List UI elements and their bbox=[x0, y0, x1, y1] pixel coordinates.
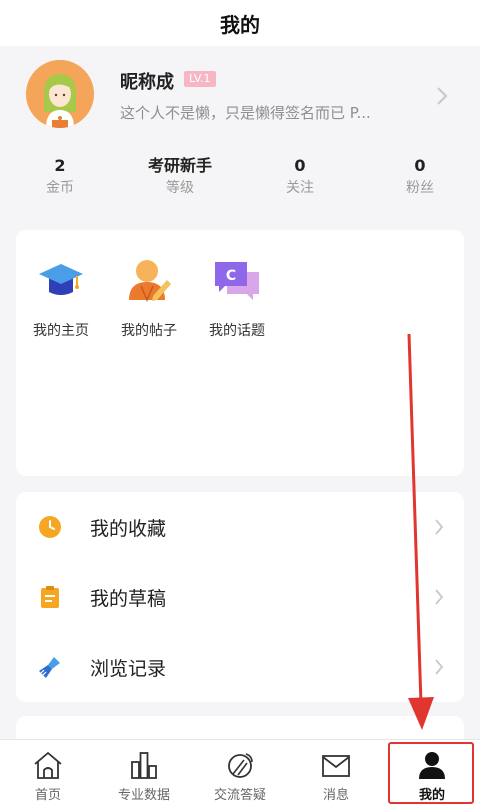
chevron-right-icon bbox=[435, 659, 444, 675]
stat-value: 0 bbox=[414, 156, 426, 175]
shortcut-label: 我的话题 bbox=[209, 323, 265, 339]
avatar-girl-icon bbox=[26, 60, 94, 128]
shortcut-my-posts[interactable]: 我的帖子 bbox=[106, 256, 192, 340]
mail-icon bbox=[322, 755, 350, 777]
stat-followers[interactable]: 0 粉丝 bbox=[360, 154, 480, 198]
stat-coins[interactable]: 2 金币 bbox=[0, 154, 120, 198]
stat-label: 关注 bbox=[286, 180, 314, 196]
nickname: 昵称成 bbox=[120, 72, 174, 93]
signature-text: 这个人不是懒，只是懒得签名而已 P... bbox=[120, 104, 371, 122]
top-bar: 我的 bbox=[0, 0, 480, 46]
broom-icon bbox=[39, 657, 60, 678]
chevron-right-icon bbox=[435, 519, 444, 535]
home-icon bbox=[34, 751, 62, 779]
stat-level[interactable]: 考研新手 等级 bbox=[120, 154, 240, 198]
stat-label: 等级 bbox=[166, 180, 194, 196]
stat-label: 粉丝 bbox=[406, 180, 434, 196]
clipboard-icon bbox=[41, 586, 59, 608]
bar-chart-icon bbox=[131, 752, 157, 779]
user-edit-icon bbox=[129, 260, 171, 302]
clock-icon bbox=[39, 516, 61, 538]
tab-label: 专业数据 bbox=[117, 788, 170, 803]
shortcut-my-topics[interactable]: C 我的话题 bbox=[194, 256, 280, 340]
list-item-favorites[interactable]: 我的收藏 bbox=[16, 492, 464, 562]
list-item-drafts[interactable]: 我的草稿 bbox=[16, 562, 464, 632]
chevron-right-icon bbox=[435, 589, 444, 605]
stat-value: 考研新手 bbox=[147, 156, 212, 175]
chevron-right-icon[interactable] bbox=[436, 86, 448, 106]
graduation-cap-icon bbox=[39, 264, 83, 295]
tab-label: 首页 bbox=[34, 788, 61, 803]
tab-label: 消息 bbox=[322, 788, 349, 803]
tab-major-data[interactable]: 专业数据 bbox=[96, 740, 192, 807]
tab-messages[interactable]: 消息 bbox=[288, 740, 384, 807]
level-badge: LV.1 bbox=[184, 71, 216, 87]
menu-list-card: 我的收藏 我的草稿 浏览记录 bbox=[16, 492, 464, 702]
tab-label: 交流答疑 bbox=[213, 788, 266, 803]
avatar[interactable] bbox=[26, 60, 94, 128]
stat-label: 金币 bbox=[46, 180, 74, 196]
list-item-label: 我的草稿 bbox=[90, 588, 167, 610]
stat-value: 0 bbox=[294, 156, 306, 175]
stats-row: 2 金币 考研新手 等级 0 关注 0 粉丝 bbox=[0, 154, 480, 206]
shortcuts-card: 我的主页 我的帖子 C 我的话题 bbox=[16, 230, 464, 476]
tab-qa[interactable]: 交流答疑 bbox=[192, 740, 288, 807]
list-item-history[interactable]: 浏览记录 bbox=[16, 632, 464, 702]
profile-section[interactable]: 昵称成 LV.1 这个人不是懒，只是懒得签名而已 P... 2 金币 考研新手 … bbox=[0, 46, 480, 214]
page-title: 我的 bbox=[220, 12, 260, 37]
stat-following[interactable]: 0 关注 bbox=[240, 154, 360, 198]
stat-value: 2 bbox=[54, 156, 66, 175]
list-item-label: 浏览记录 bbox=[90, 658, 167, 680]
compass-icon bbox=[228, 753, 253, 778]
list-item-label: 我的收藏 bbox=[90, 518, 167, 540]
shortcut-label: 我的帖子 bbox=[121, 323, 177, 339]
tab-home[interactable]: 首页 bbox=[0, 740, 96, 807]
active-tab-highlight-box bbox=[388, 742, 474, 804]
shortcut-my-homepage[interactable]: 我的主页 bbox=[18, 256, 104, 340]
shortcut-label: 我的主页 bbox=[33, 323, 89, 339]
topic-chat-icon: C bbox=[215, 262, 259, 300]
svg-text:C: C bbox=[226, 268, 236, 284]
